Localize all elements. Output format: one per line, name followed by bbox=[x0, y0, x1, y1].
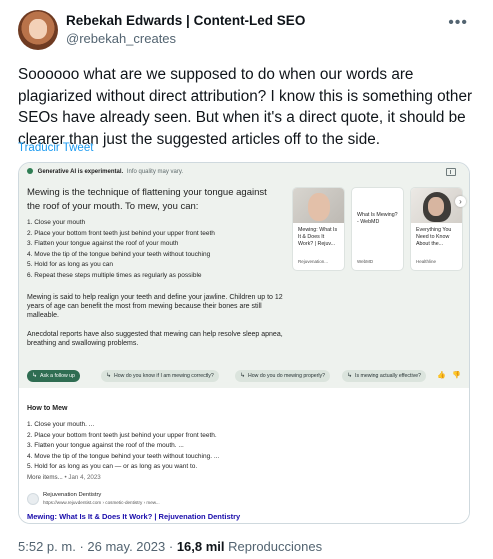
site-name: Rejuvenation Dentistry bbox=[43, 492, 102, 498]
attached-image[interactable]: Generative AI is experimental. Info qual… bbox=[18, 162, 470, 524]
site-favicon-icon bbox=[27, 493, 39, 505]
ai-experimental-notice: Generative AI is experimental. Info qual… bbox=[27, 168, 183, 175]
tweet-text: Soooooo what are we supposed to do when … bbox=[18, 66, 473, 148]
site-url: https://www.rejuvdentist.com › cosmetic-… bbox=[43, 500, 160, 505]
suggestion-chip[interactable]: ↳ How do you do mewing properly? bbox=[235, 370, 331, 382]
tweet-date[interactable]: 26 may. 2023 bbox=[87, 539, 165, 554]
result-step: 3. Flatten your tongue against the roof … bbox=[27, 442, 184, 449]
meta-separator: · bbox=[79, 539, 84, 554]
ai-experimental-label: Generative AI is experimental. bbox=[37, 169, 124, 175]
meta-separator: · bbox=[168, 539, 174, 554]
ai-step: 5. Hold for as long as you can bbox=[27, 261, 113, 268]
ai-heading: Mewing is the technique of flattening yo… bbox=[27, 187, 267, 212]
thumbs-up-icon[interactable]: 👍 bbox=[437, 370, 446, 382]
ai-step: 1. Close your mouth bbox=[27, 219, 86, 226]
ai-paragraph: Mewing is said to help realign your teet… bbox=[27, 294, 283, 319]
source-card-site: Healthline bbox=[416, 259, 437, 264]
author-name[interactable]: Rebekah Edwards | Content-Led SEO bbox=[66, 13, 305, 28]
result-step: 2. Place your bottom front teeth just be… bbox=[27, 431, 217, 439]
source-thumbnail bbox=[293, 188, 344, 223]
result-step: 1. Close your mouth. ... bbox=[27, 421, 95, 428]
source-card-title: Mewing: What Is It & Does It Work? | Rej… bbox=[298, 227, 338, 247]
source-card-title: Everything You Need to Know About the... bbox=[416, 227, 452, 247]
source-thumbnail bbox=[411, 188, 462, 223]
avatar[interactable] bbox=[18, 10, 58, 50]
translate-link[interactable]: Traducir Tweet bbox=[18, 142, 93, 154]
ai-step: 3. Flatten your tongue against the roof … bbox=[27, 240, 179, 247]
source-card-webmd[interactable]: What Is Mewing? - WebMD WebMD bbox=[351, 187, 404, 271]
follow-up-row: ↳ Ask a follow up ↳ How do you know if I a… bbox=[27, 370, 463, 382]
ai-step: 4. Move the tip of the tongue behind you… bbox=[27, 250, 211, 258]
source-card-title: What Is Mewing? - WebMD bbox=[357, 212, 398, 225]
ai-step: 2. Place your bottom front teeth just be… bbox=[27, 229, 215, 237]
views-count: 16,8 mil bbox=[176, 539, 225, 554]
chevron-right-icon[interactable]: › bbox=[455, 196, 466, 207]
result-link[interactable]: Mewing: What Is It & Does It Work? | Rej… bbox=[27, 512, 240, 521]
result-step: 5. Hold for as long as you can — or as l… bbox=[27, 463, 198, 470]
generative-ai-panel: Generative AI is experimental. Info qual… bbox=[19, 163, 469, 388]
ai-logo-icon bbox=[27, 168, 33, 174]
result-steps-list: 1. Close your mouth. ... 2. Place your b… bbox=[27, 420, 327, 473]
layout-toggle-icon[interactable] bbox=[446, 168, 456, 176]
views-label: Reproducciones bbox=[228, 539, 323, 554]
result-step: 4. Move the tip of the tongue behind you… bbox=[27, 452, 220, 460]
organic-result: How to Mew 1. Close your mouth. ... 2. P… bbox=[19, 388, 469, 523]
thumbs-down-icon[interactable]: 👎 bbox=[452, 370, 461, 382]
arrow-icon: ↳ bbox=[347, 373, 353, 379]
tweet-meta: 5:52 p. m. · 26 may. 2023 · 16,8 mil Rep… bbox=[18, 539, 322, 554]
more-horizontal-icon[interactable]: ••• bbox=[448, 14, 468, 32]
source-card-site: WebMD bbox=[357, 259, 374, 264]
ask-follow-up-button[interactable]: ↳ Ask a follow up bbox=[27, 370, 80, 382]
arrow-icon: ↳ bbox=[240, 373, 246, 379]
ai-paragraph: Anecdotal reports have also suggested th… bbox=[27, 331, 283, 347]
arrow-icon: ↳ bbox=[106, 373, 112, 379]
tweet-time[interactable]: 5:52 p. m. bbox=[18, 539, 76, 554]
arrow-icon: ↳ bbox=[32, 373, 38, 379]
ai-steps-list: 1. Close your mouth 2. Place your bottom… bbox=[27, 218, 277, 281]
source-card-site: Rejuvenation... bbox=[298, 259, 329, 264]
ai-quality-label: Info quality may vary. bbox=[126, 169, 184, 175]
suggestion-chip[interactable]: ↳ Is mewing actually effective? bbox=[342, 370, 426, 382]
tweet-header: Rebekah Edwards | Content-Led SEO @rebek… bbox=[18, 10, 478, 52]
ai-step: 6. Repeat these steps multiple times as … bbox=[27, 271, 202, 279]
suggestion-chip[interactable]: ↳ How do you know if I am mewing correctl… bbox=[101, 370, 219, 382]
source-card-rejuvenation[interactable]: Mewing: What Is It & Does It Work? | Rej… bbox=[292, 187, 345, 271]
result-snippet-title: How to Mew bbox=[27, 405, 68, 412]
author-handle[interactable]: @rebekah_creates bbox=[66, 31, 176, 46]
more-items[interactable]: More items... • Jan 4, 2023 bbox=[27, 474, 101, 481]
